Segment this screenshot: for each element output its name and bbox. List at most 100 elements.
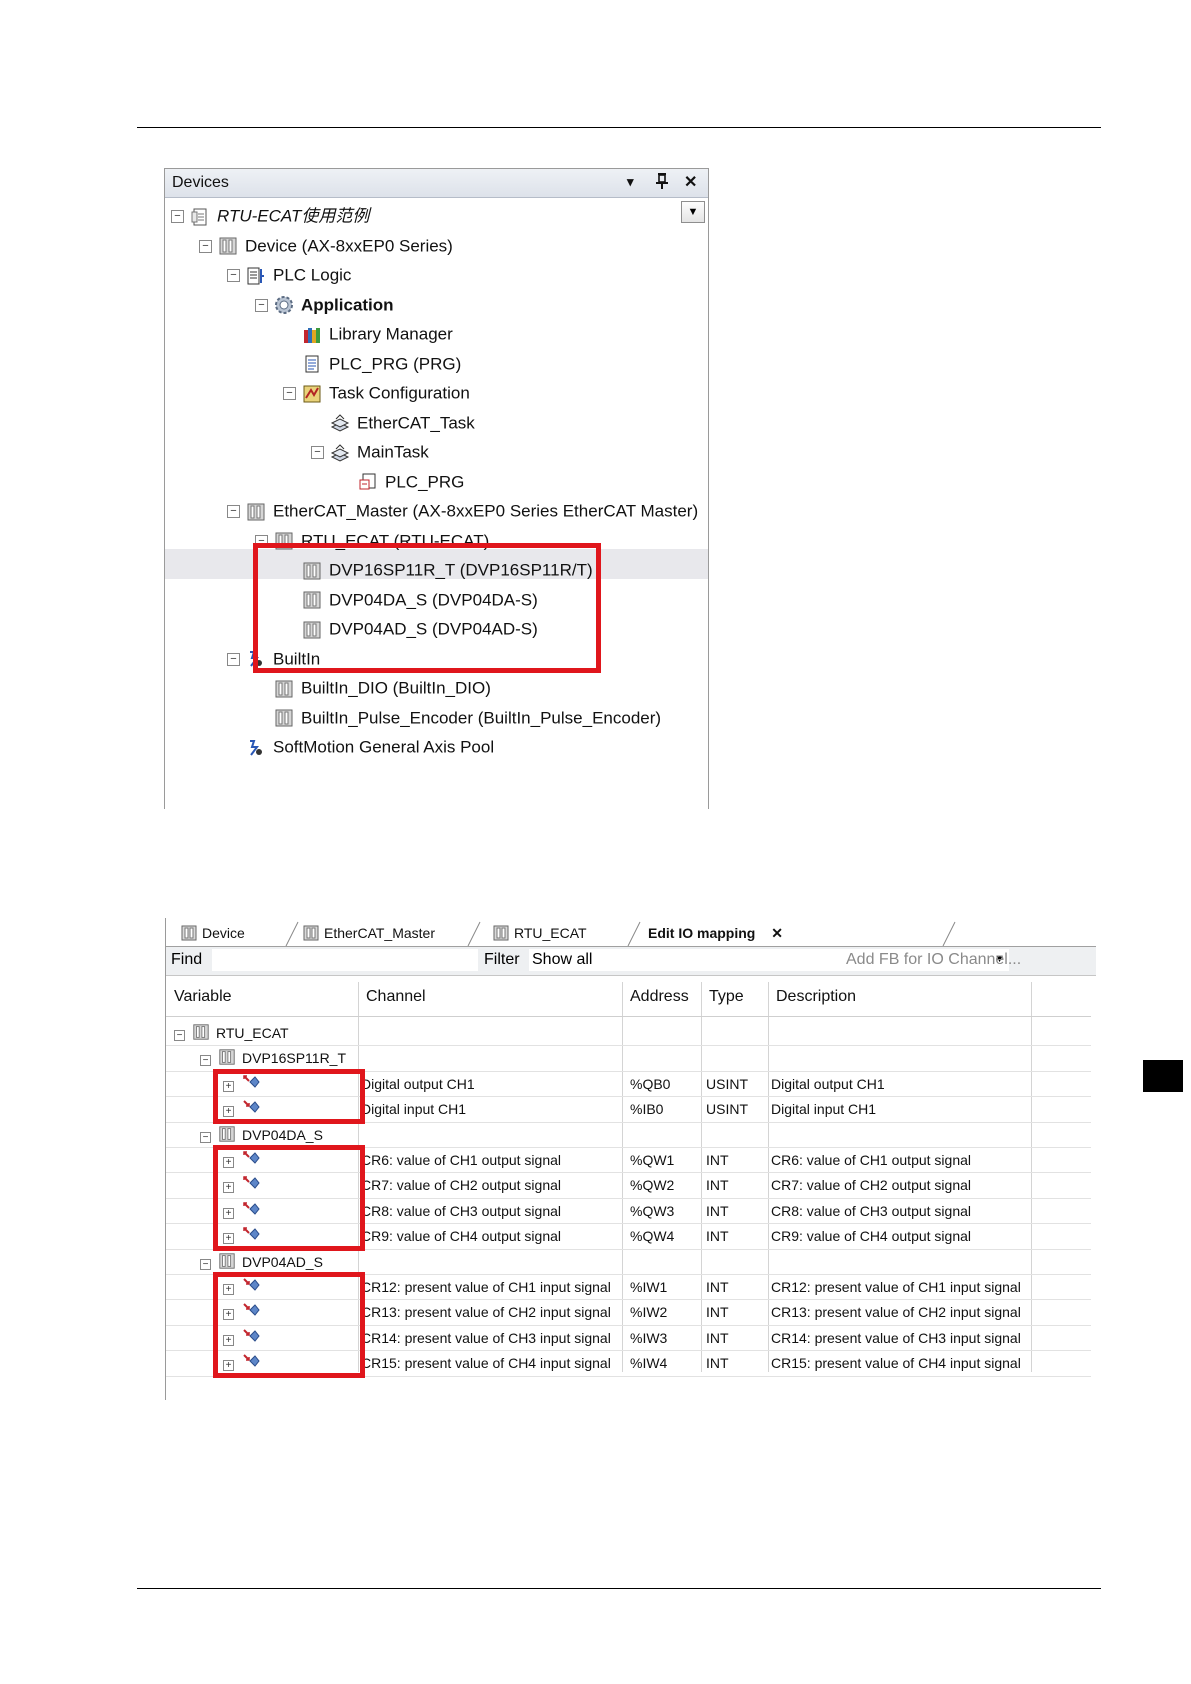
tab-label-ethercat-master: EtherCAT_Master: [324, 925, 435, 941]
address-cell: %QW1: [630, 1152, 675, 1168]
tree-item[interactable]: − EtherCAT_Master (AX-8xxEP0 Series Ether…: [227, 496, 698, 526]
variable-name: RTU_ECAT: [216, 1025, 289, 1041]
collapse-toggle-icon[interactable]: −: [227, 269, 240, 283]
add-fb-button[interactable]: Add FB for IO Channel...: [846, 951, 1021, 969]
header-divider: [166, 1016, 1091, 1017]
device-icon: [180, 924, 198, 942]
type-cell: INT: [706, 1177, 729, 1194]
channel-cell: CR8: value of CH3 output signal: [361, 1202, 561, 1219]
tree-item[interactable]: SoftMotion General Axis Pool: [227, 732, 494, 762]
axis-pool-icon: [246, 738, 266, 758]
column-header[interactable]: Address: [630, 988, 689, 1006]
tree-item-label: MainTask: [357, 442, 429, 462]
tree-item-label: PLC Logic: [273, 265, 352, 285]
bottom-rule: [137, 1588, 1101, 1589]
type-cell: INT: [706, 1329, 729, 1346]
channel-cell: CR6: value of CH1 output signal: [361, 1152, 561, 1168]
channel-cell: Digital input CH1: [361, 1101, 467, 1118]
variable-name: DVP16SP11R_T: [242, 1050, 347, 1067]
collapse-toggle-icon[interactable]: −: [200, 1127, 211, 1143]
filter-bar: Find Filter Show all ▼ Add FB for IO Cha…: [166, 947, 1096, 976]
collapse-toggle-icon[interactable]: −: [200, 1254, 211, 1270]
tree-item-label: BuiltIn_Pulse_Encoder (BuiltIn_Pulse_Enc…: [301, 708, 662, 728]
tree-item[interactable]: PLC_PRG (PRG): [283, 349, 461, 379]
column-header[interactable]: Channel: [366, 988, 426, 1006]
table-row[interactable]: − DVP04DA_S: [166, 1122, 1091, 1147]
collapse-toggle-icon[interactable]: −: [311, 446, 324, 460]
tree-item-label: BuiltIn_DIO (BuiltIn_DIO): [301, 678, 491, 698]
find-input[interactable]: [212, 949, 478, 971]
device-icon: [218, 1048, 236, 1069]
tree-item[interactable]: BuiltIn_Pulse_Encoder (BuiltIn_Pulse_Enc…: [255, 703, 661, 733]
tree-item[interactable]: BuiltIn_DIO (BuiltIn_DIO): [255, 673, 491, 703]
top-rule: [137, 127, 1101, 128]
highlight-box-io-channels: [213, 1145, 365, 1251]
table-row[interactable]: − DVP16SP11R_T: [166, 1045, 1091, 1070]
tree-item[interactable]: Library Manager: [283, 319, 453, 349]
device-icon: [218, 1125, 236, 1146]
collapse-toggle-icon[interactable]: −: [200, 1050, 211, 1067]
collapse-toggle-icon[interactable]: −: [171, 210, 184, 224]
tree-item[interactable]: − Application: [255, 290, 394, 320]
description-cell: CR14: present value of CH3 input signal: [771, 1329, 1021, 1346]
highlight-box-io-channels: [213, 1068, 365, 1124]
type-cell: INT: [706, 1152, 729, 1168]
collapse-toggle-icon[interactable]: −: [255, 298, 268, 312]
type-cell: INT: [706, 1355, 729, 1372]
collapse-toggle-icon[interactable]: −: [283, 387, 296, 401]
panel-dropdown-icon[interactable]: ▾: [627, 174, 634, 190]
table-row[interactable]: − RTU_ECAT: [166, 1020, 1091, 1045]
address-cell: %QB0: [630, 1075, 671, 1092]
tree-item[interactable]: − MainTask: [311, 437, 429, 467]
tab-separator: [627, 921, 641, 946]
tab-label-edit-io-mapping: Edit IO mapping: [648, 925, 756, 941]
pin-icon[interactable]: [655, 172, 669, 195]
address-cell: %IW2: [630, 1304, 668, 1321]
channel-cell: CR15: present value of CH4 input signal: [361, 1355, 611, 1372]
application-gear-icon: [274, 295, 294, 315]
column-header[interactable]: Type: [709, 988, 744, 1006]
tree-item-label: Application: [301, 295, 394, 315]
tab-rtu-ecat[interactable]: RTU_ECAT: [478, 920, 644, 946]
channel-cell: CR14: present value of CH3 input signal: [361, 1329, 611, 1346]
channel-cell: CR13: present value of CH2 input signal: [361, 1304, 611, 1321]
editor-tabs: Device EtherCAT_Master RTU_ECAT Edit IO …: [166, 918, 1096, 947]
tree-item-label: Device (AX-8xxEP0 Series): [245, 236, 453, 256]
tree-dropdown-button[interactable]: ▼: [681, 201, 705, 223]
tree-item[interactable]: PLC_PRG: [339, 467, 464, 497]
tab-edit-io-mapping[interactable]: Edit IO mapping ✕: [648, 920, 948, 946]
device-icon: [302, 924, 320, 942]
collapse-toggle-icon[interactable]: −: [174, 1025, 185, 1041]
tab-separator: [942, 921, 956, 946]
collapse-toggle-icon[interactable]: −: [227, 505, 240, 519]
task-icon: [330, 443, 350, 463]
column-header[interactable]: Description: [776, 988, 856, 1006]
project-icon: [190, 207, 210, 227]
tree-item-label: RTU-ECAT使用范例: [217, 206, 370, 226]
device-icon: [246, 502, 266, 522]
tree-item[interactable]: − RTU-ECAT使用范例: [171, 201, 369, 231]
tree-item[interactable]: − Device (AX-8xxEP0 Series): [199, 231, 453, 261]
close-icon[interactable]: ✕: [684, 172, 697, 192]
description-cell: CR8: value of CH3 output signal: [771, 1202, 971, 1219]
column-header[interactable]: Variable: [174, 988, 232, 1006]
description-cell: CR6: value of CH1 output signal: [771, 1152, 971, 1168]
find-label: Find: [171, 951, 203, 968]
address-cell: %IB0: [630, 1101, 664, 1118]
tab-close-icon[interactable]: ✕: [771, 925, 783, 941]
description-cell: CR7: value of CH2 output signal: [771, 1177, 971, 1194]
tree-item[interactable]: − PLC Logic: [227, 260, 351, 290]
type-cell: USINT: [706, 1075, 748, 1092]
tree-item[interactable]: EtherCAT_Task: [311, 408, 475, 438]
tree-item-label: EtherCAT_Task: [357, 413, 475, 433]
address-cell: %QW4: [630, 1228, 675, 1245]
description-cell: CR15: present value of CH4 input signal: [771, 1355, 1021, 1372]
library-icon: [302, 325, 322, 345]
io-mapping-panel: Device EtherCAT_Master RTU_ECAT Edit IO …: [165, 918, 1096, 1400]
table-row[interactable]: − DVP04AD_S: [166, 1249, 1091, 1274]
tree-item[interactable]: − Task Configuration: [283, 378, 470, 408]
collapse-toggle-icon[interactable]: −: [227, 652, 240, 666]
collapse-toggle-icon[interactable]: −: [199, 239, 212, 253]
address-cell: %QW3: [630, 1202, 675, 1219]
tree-item-label: PLC_PRG: [385, 472, 465, 492]
